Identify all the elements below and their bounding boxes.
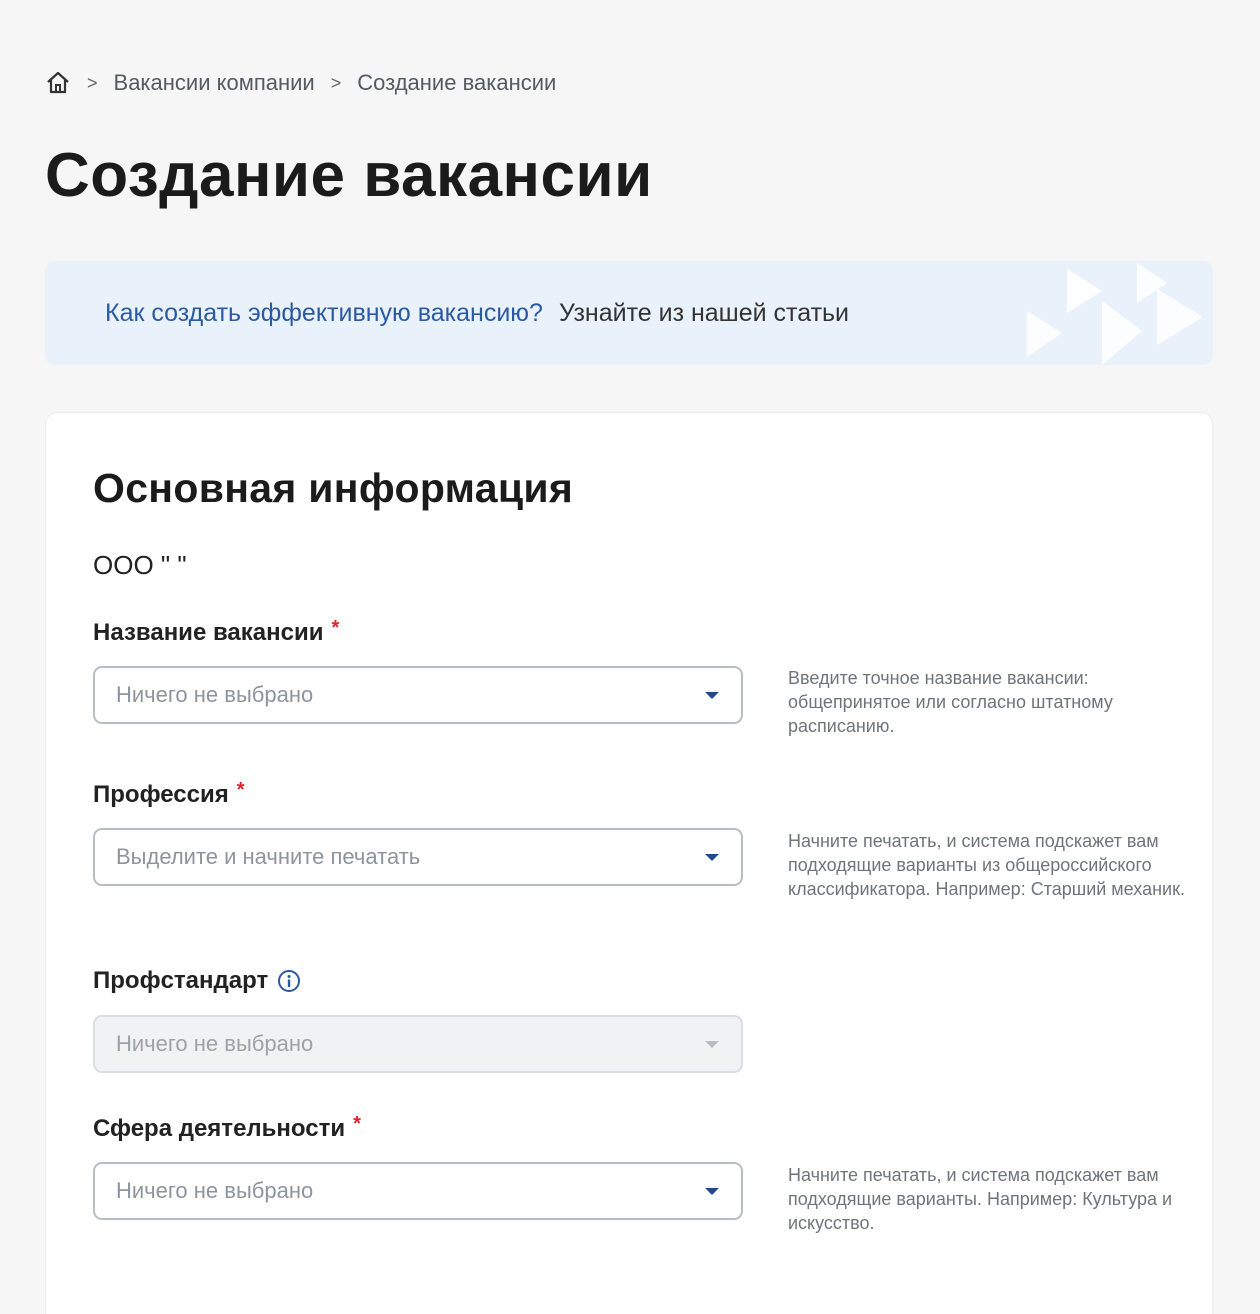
breadcrumb-item-vacancies[interactable]: Вакансии компании (114, 70, 315, 96)
info-banner: Как создать эффективную вакансию? Узнайт… (45, 261, 1213, 365)
activity-sphere-placeholder: Ничего не выбрано (116, 1178, 314, 1203)
vacancy-name-label-text: Название вакансии (93, 619, 324, 646)
profession-label: Профессия * (93, 778, 245, 809)
vacancy-name-placeholder: Ничего не выбрано (116, 682, 314, 707)
breadcrumb-item-current: Создание вакансии (357, 70, 557, 95)
prof-standard-select: Ничего не выбрано (93, 1015, 743, 1073)
section-title: Основная информация (93, 465, 574, 511)
activity-sphere-hint: Начните печатать, и система подскажет ва… (788, 1165, 1173, 1233)
breadcrumb-separator: > (330, 72, 342, 93)
required-mark: * (353, 1112, 361, 1135)
vacancy-name-hint: Введите точное название вакансии: общепр… (788, 668, 1113, 736)
profession-hint: Начните печатать, и система подскажет ва… (788, 831, 1185, 899)
activity-sphere-label-text: Сфера деятельности (93, 1115, 346, 1142)
decorative-triangles-icon (1027, 263, 1203, 365)
home-icon[interactable] (45, 70, 71, 96)
info-icon[interactable] (276, 968, 302, 994)
banner-article-link[interactable]: Узнайте из нашей статьи (559, 299, 849, 328)
required-mark: * (331, 616, 340, 639)
profession-label-text: Профессия (93, 781, 229, 808)
activity-sphere-label: Сфера деятельности * (93, 1112, 361, 1143)
banner-question: Как создать эффективную вакансию? (105, 298, 543, 327)
page-title: Создание вакансии (45, 141, 653, 210)
profession-placeholder: Выделите и начните печатать (116, 844, 421, 869)
prof-standard-label: Профстандарт (93, 967, 302, 995)
required-mark: * (236, 778, 245, 801)
breadcrumb-separator: > (87, 72, 98, 93)
prof-standard-label-text: Профстандарт (93, 967, 269, 994)
chevron-down-icon (705, 692, 719, 699)
prof-standard-placeholder: Ничего не выбрано (116, 1031, 314, 1056)
activity-sphere-select[interactable]: Ничего не выбрано (93, 1162, 743, 1220)
chevron-down-icon (705, 1188, 719, 1195)
vacancy-name-label: Название вакансии * (93, 616, 340, 647)
chevron-down-icon (705, 1041, 719, 1048)
vacancy-name-select[interactable]: Ничего не выбрано (93, 666, 743, 724)
profession-select[interactable]: Выделите и начните печатать (93, 828, 743, 886)
main-info-card: Основная информация ООО " " Название вак… (45, 412, 1213, 1314)
company-name: ООО " " (93, 550, 187, 580)
chevron-down-icon (705, 854, 719, 861)
breadcrumb: > Вакансии компании > Создание вакансии (45, 70, 556, 96)
